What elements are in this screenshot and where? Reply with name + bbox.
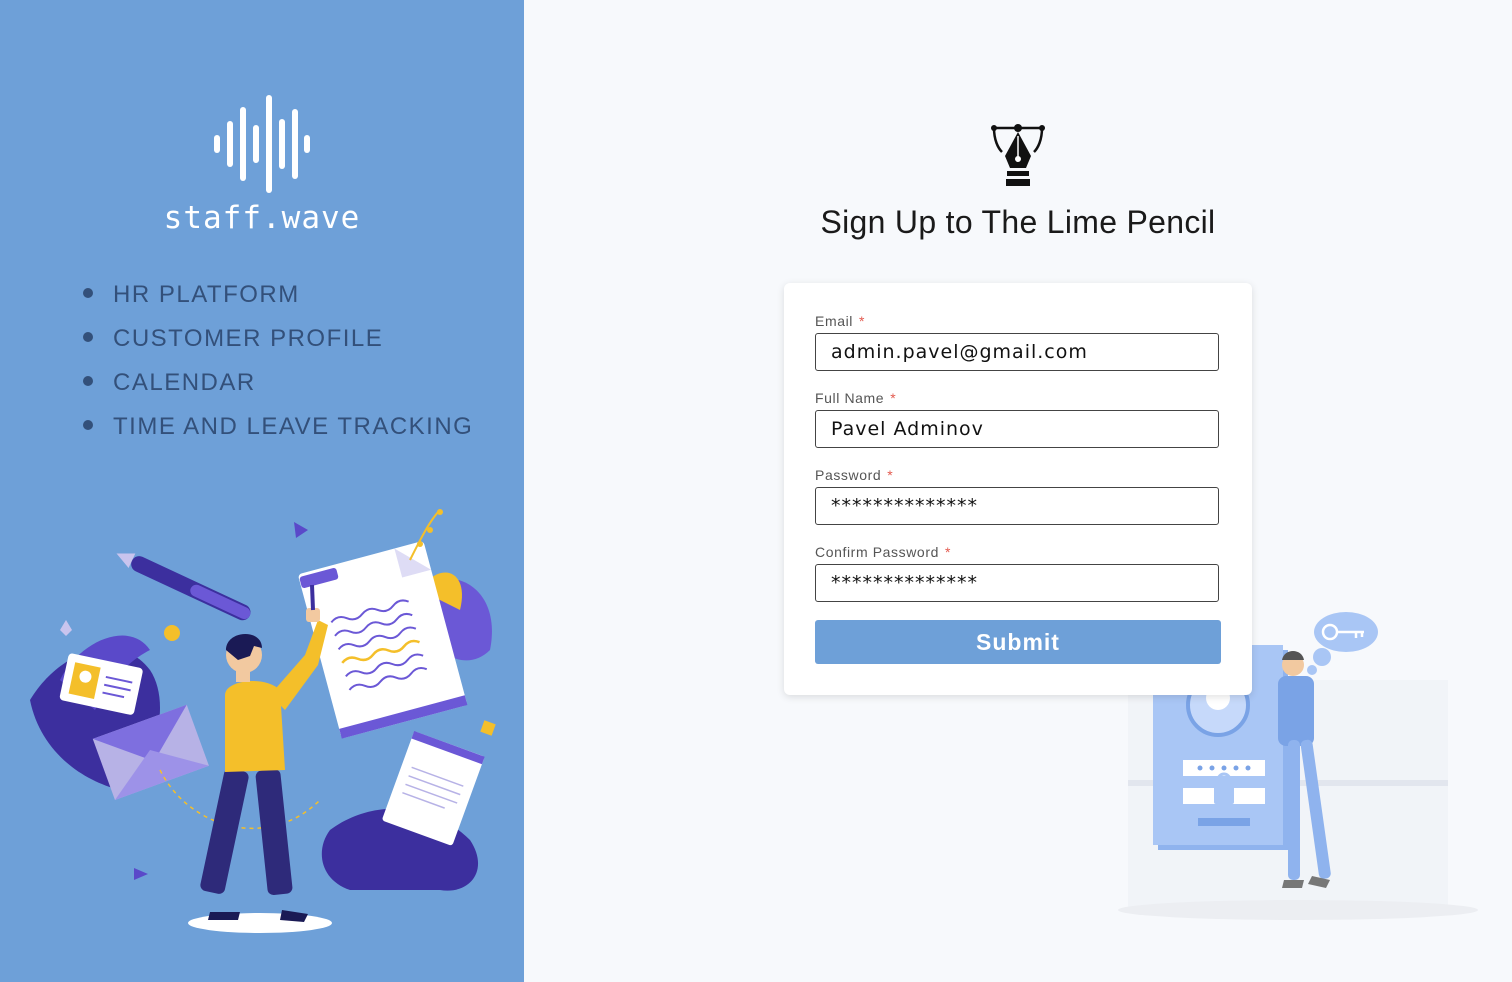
bullet-icon xyxy=(83,420,93,430)
bullet-icon xyxy=(83,288,93,298)
email-label-text: Email xyxy=(815,313,854,329)
password-label-text: Password xyxy=(815,467,882,483)
feature-label: HR PLATFORM xyxy=(113,281,300,308)
form-panel: Sign Up to The Lime Pencil Email * Full N… xyxy=(524,0,1512,982)
full-name-label: Full Name * xyxy=(815,390,896,406)
feature-item: CUSTOMER PROFILE xyxy=(80,322,473,366)
bullet-icon xyxy=(83,332,93,342)
required-marker: * xyxy=(890,390,897,406)
sound-wave-logo-icon xyxy=(214,95,310,193)
feature-label: CALENDAR xyxy=(113,369,256,396)
email-label: Email * xyxy=(815,313,865,329)
confirm-password-field[interactable] xyxy=(815,564,1219,602)
signup-form: Email * Full Name * Password * Confirm Pass… xyxy=(784,283,1252,695)
confirm-password-label: Confirm Password * xyxy=(815,544,951,560)
required-marker: * xyxy=(859,313,866,329)
required-marker: * xyxy=(944,544,952,560)
hr-illustration xyxy=(30,509,496,933)
submit-button[interactable]: Submit xyxy=(815,620,1221,664)
required-marker: * xyxy=(887,467,894,483)
feature-item: TIME AND LEAVE TRACKING xyxy=(80,410,473,454)
bullet-icon xyxy=(83,376,93,386)
feature-label: CUSTOMER PROFILE xyxy=(113,325,384,352)
full-name-label-text: Full Name xyxy=(815,390,885,406)
password-label: Password * xyxy=(815,467,893,483)
confirm-password-label-text: Confirm Password xyxy=(815,544,939,560)
full-name-field[interactable] xyxy=(815,410,1219,448)
feature-item: CALENDAR xyxy=(80,366,473,410)
brand-name: staff.wave xyxy=(163,200,361,236)
page-title: Sign Up to The Lime Pencil xyxy=(820,204,1216,240)
feature-list: HR PLATFORM CUSTOMER PROFILE CALENDAR TI… xyxy=(80,278,473,454)
feature-item: HR PLATFORM xyxy=(80,278,473,322)
password-field[interactable] xyxy=(815,487,1219,525)
feature-label: TIME AND LEAVE TRACKING xyxy=(113,413,474,440)
brand-panel: staff.wave HR PLATFORM CUSTOMER PROFILE … xyxy=(0,0,524,982)
pen-tool-icon xyxy=(991,124,1045,186)
email-field[interactable] xyxy=(815,333,1219,371)
